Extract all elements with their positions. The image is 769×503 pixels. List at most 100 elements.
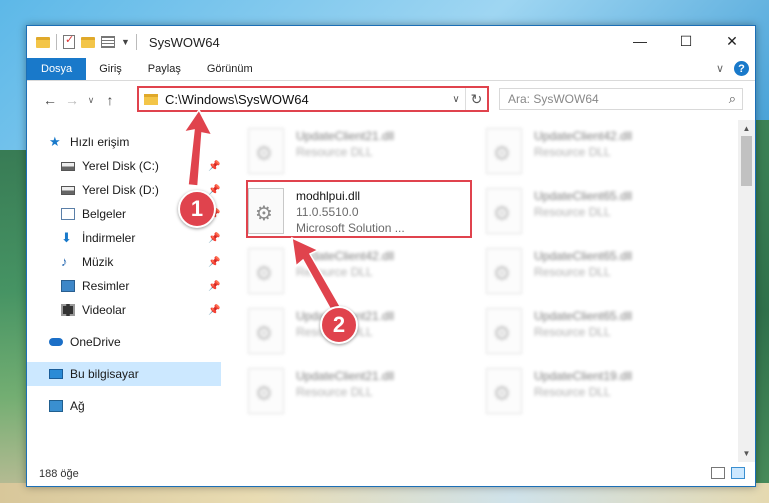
sidebar-item-onedrive[interactable]: OneDrive [27,330,221,354]
search-icon[interactable]: ⌕ [729,91,736,107]
up-button[interactable]: ↑ [99,92,121,108]
dll-file-icon [486,308,522,354]
file-name: UpdateClient65.dll [534,189,633,203]
sidebar-item-this-pc[interactable]: Bu bilgisayar [27,362,221,386]
maximize-button[interactable]: ☐ [663,26,709,56]
pin-icon[interactable]: 📌 [208,281,220,292]
sidebar-item-quick-access[interactable]: ★ Hızlı erişim [27,130,221,154]
forward-button[interactable]: → [61,92,83,108]
file-description: Resource DLL [534,145,611,159]
sidebar-item-label: Hızlı erişim [70,135,130,149]
sidebar-item-downloads[interactable]: ⬇ İndirmeler 📌 [27,226,221,250]
sidebar-item-label: Yerel Disk (D:) [82,183,159,197]
tiles-view-icon[interactable] [731,467,745,479]
dll-file-icon [486,248,522,294]
properties-icon[interactable] [63,33,75,49]
expand-ribbon-chevron-icon[interactable]: ∨ [716,62,724,75]
file-name: UpdateClient42.dll [534,129,633,143]
sidebar-item-label: Bu bilgisayar [70,367,139,381]
address-path[interactable]: C:\Windows\SysWOW64 [165,92,447,107]
pin-icon[interactable]: 📌 [208,161,220,172]
view-icon[interactable] [101,36,115,48]
drive-icon [61,185,75,195]
download-icon: ⬇ [61,230,72,245]
help-icon[interactable]: ? [734,61,749,76]
title-bar: ▼ SysWOW64 — ☐ ✕ [27,26,755,58]
file-item[interactable]: UpdateClient65.dll Resource DLL [486,184,716,242]
file-item[interactable]: UpdateClient65.dll Resource DLL [486,244,716,302]
tab-home[interactable]: Giriş [86,58,135,80]
dll-file-icon [248,248,284,294]
scroll-down-icon[interactable]: ▼ [738,445,755,462]
file-item[interactable]: UpdateClient21.dllResource DLL [248,124,478,182]
tab-share[interactable]: Paylaş [135,58,194,80]
dll-file-icon [486,368,522,414]
customize-toolbar-chevron-icon[interactable]: ▼ [121,37,130,47]
item-count: 188 öğe [39,468,79,480]
details-view-icon[interactable] [711,467,725,479]
explorer-window: ▼ SysWOW64 — ☐ ✕ Dosya Giriş Paylaş Görü… [26,25,756,487]
file-description: Resource DLL [534,265,611,279]
recent-locations-button[interactable]: ∨ [83,95,99,106]
computer-icon [49,369,63,379]
sidebar-item-network[interactable]: Ağ [27,394,221,418]
file-name: UpdateClient21.dll [296,369,395,383]
scroll-up-icon[interactable]: ▲ [738,120,755,137]
scrollbar-thumb[interactable] [741,136,752,186]
pin-icon[interactable]: 📌 [208,233,220,244]
sidebar-item-label: Videolar [82,303,126,317]
network-icon [49,400,63,412]
address-dropdown-chevron-icon[interactable]: ∨ [447,94,465,105]
window-title: SysWOW64 [148,34,220,50]
navigation-bar: ← → ∨ ↑ C:\Windows\SysWOW64 ∨ ↻ Ara: Sys… [27,81,755,119]
step-badge-2: 2 [320,306,358,344]
folder-icon[interactable] [36,36,50,48]
pin-icon[interactable]: 📌 [208,305,220,316]
drive-icon [61,161,75,171]
search-input[interactable]: Ara: SysWOW64 ⌕ [499,88,743,110]
background-palm-left [0,150,26,503]
tab-file[interactable]: Dosya [27,58,87,80]
dll-file-icon [486,128,522,174]
file-item[interactable]: UpdateClient21.dll Resource DLL [248,364,478,422]
sidebar-item-label: Belgeler [82,207,127,221]
file-item[interactable]: UpdateClient19.dll Resource DLL [486,364,716,422]
star-icon: ★ [49,134,61,149]
file-item[interactable]: UpdateClient65.dll Resource DLL [486,304,716,362]
pin-icon[interactable]: 📌 [208,185,220,196]
back-button[interactable]: ← [39,92,61,108]
sidebar-item-label: Yerel Disk (C:) [82,159,159,173]
address-bar[interactable]: C:\Windows\SysWOW64 ∨ ↻ [137,86,489,112]
dll-file-icon [248,368,284,414]
file-item[interactable]: UpdateClient42.dll Resource DLL [248,244,478,302]
dll-file-icon [248,128,284,174]
toolbar-divider [56,34,57,50]
file-item[interactable]: UpdateClient42.dll Resource DLL [486,124,716,182]
new-folder-icon[interactable] [81,36,95,48]
ribbon-right: ∨ ? [716,61,749,76]
close-button[interactable]: ✕ [709,26,755,56]
sidebar-item-label: Ağ [70,399,85,413]
sidebar-item-local-disk-c[interactable]: Yerel Disk (C:) 📌 [27,154,221,178]
vertical-scrollbar[interactable]: ▲ ▼ [738,120,755,462]
file-name: UpdateClient65.dll [534,249,633,263]
sidebar-item-label: İndirmeler [82,231,136,245]
file-name: UpdateClient42.dll [296,249,395,263]
navigation-pane: ★ Hızlı erişim Yerel Disk (C:) 📌 Yerel D… [27,120,221,462]
file-description: Resource DLL [534,385,611,399]
search-placeholder: Ara: SysWOW64 [508,92,599,106]
minimize-button[interactable]: — [617,26,663,56]
folder-icon [144,93,158,105]
sidebar-item-pictures[interactable]: Resimler 📌 [27,274,221,298]
file-description: Resource DLL [296,385,373,399]
window-controls: — ☐ ✕ [617,26,755,56]
file-item[interactable]: UpdateClient21.dllResource DLL [248,304,478,362]
file-name: UpdateClient19.dll [534,369,633,383]
sidebar-item-videos[interactable]: Videolar 📌 [27,298,221,322]
tab-view[interactable]: Görünüm [194,58,266,80]
file-description: Resource DLL [296,265,373,279]
refresh-icon[interactable]: ↻ [465,88,487,110]
sidebar-item-music[interactable]: ♪ Müzik 📌 [27,250,221,274]
pin-icon[interactable]: 📌 [208,257,220,268]
quick-access-toolbar: ▼ [27,33,137,50]
